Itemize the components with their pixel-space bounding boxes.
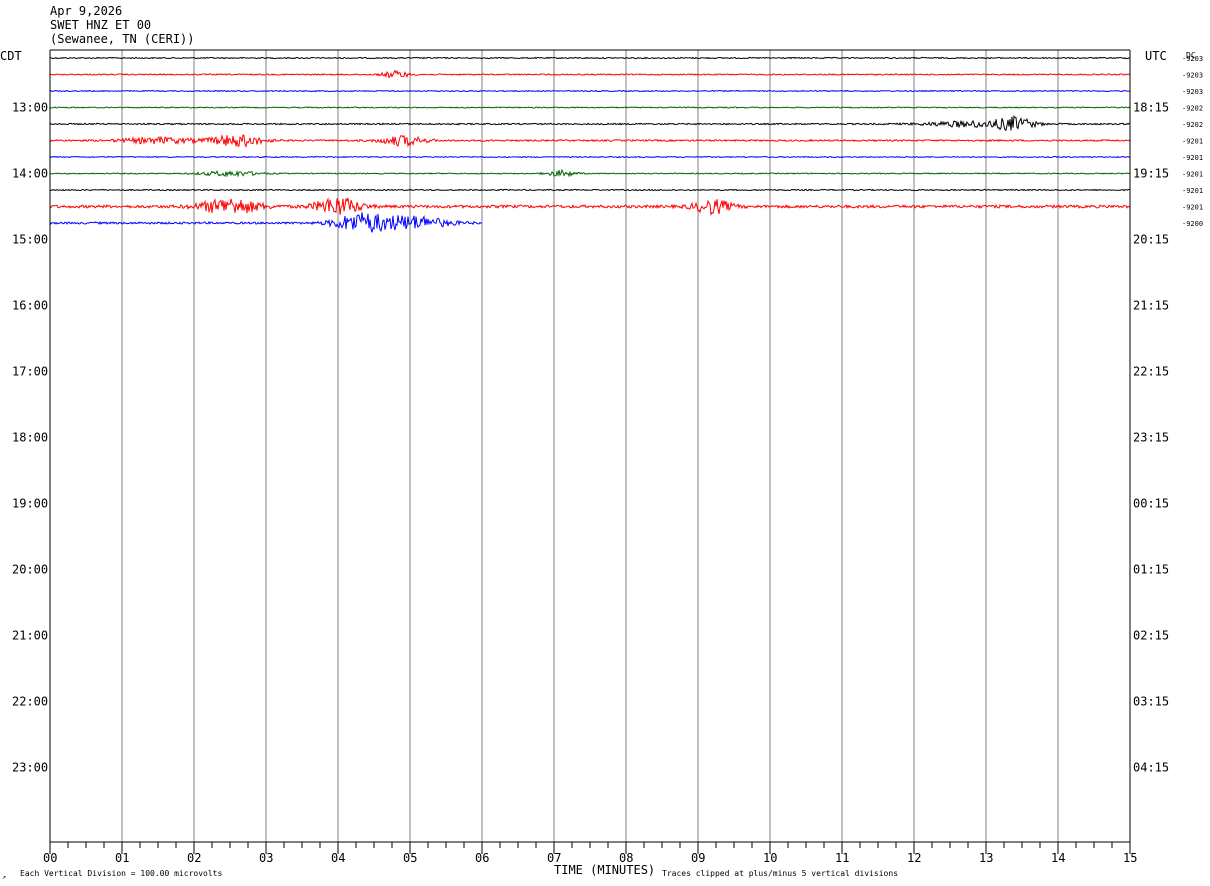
dc-offset-label: -9202 xyxy=(1182,105,1203,113)
utc-hour-label: 23:15 xyxy=(1133,431,1169,445)
x-tick-label: 09 xyxy=(691,851,705,865)
utc-hour-label: 04:15 xyxy=(1133,761,1169,775)
dc-offset-label: -9201 xyxy=(1182,154,1203,162)
dc-offset-label: -9203 xyxy=(1182,72,1203,80)
x-tick-label: 14 xyxy=(1051,851,1065,865)
seismic-trace xyxy=(49,115,1131,131)
grid-lines xyxy=(121,50,1059,842)
seismic-trace xyxy=(49,69,1131,79)
dc-offset-label: -9201 xyxy=(1182,187,1203,195)
utc-hour-label: 20:15 xyxy=(1133,233,1169,247)
utc-hour-label: 00:15 xyxy=(1133,497,1169,511)
cdt-hour-label: 15:00 xyxy=(12,233,48,247)
x-tick-label: 12 xyxy=(907,851,921,865)
cdt-hour-label: 19:00 xyxy=(12,497,48,511)
x-tick-label: 00 xyxy=(43,851,57,865)
seismic-trace xyxy=(49,197,1131,216)
seismogram-chart: CDT UTC DC TIME (MINUTES) Each Vertical … xyxy=(0,49,1203,881)
seismic-trace xyxy=(49,106,1131,109)
cdt-axis-label: CDT xyxy=(0,49,22,63)
utc-hour-label: 02:15 xyxy=(1133,629,1169,643)
vertical-division-note: Each Vertical Division = 100.00 microvol… xyxy=(20,869,222,878)
cdt-hour-label: 14:00 xyxy=(12,167,48,181)
dc-offset-label: -9201 xyxy=(1182,138,1203,146)
seismic-traces xyxy=(49,56,1131,233)
dc-offset-label: -9202 xyxy=(1182,121,1203,129)
seismic-trace xyxy=(49,133,1131,148)
cdt-hour-label: 13:00 xyxy=(12,101,48,115)
utc-hour-label: 18:15 xyxy=(1133,101,1169,115)
x-tick-label: 07 xyxy=(547,851,561,865)
utc-hour-label: 19:15 xyxy=(1133,167,1169,181)
seismic-trace xyxy=(49,188,1131,192)
utc-hour-label: 22:15 xyxy=(1133,365,1169,379)
seismic-trace xyxy=(49,155,1131,159)
dc-offset-label: -9201 xyxy=(1182,171,1203,179)
x-tick-label: 10 xyxy=(763,851,777,865)
cdt-hour-label: 18:00 xyxy=(12,431,48,445)
x-tick-label: 11 xyxy=(835,851,849,865)
seismic-trace xyxy=(49,168,1131,178)
seismic-trace xyxy=(49,56,1131,60)
cdt-hour-label: 17:00 xyxy=(12,365,48,379)
x-tick-label: 06 xyxy=(475,851,489,865)
x-tick-label: 02 xyxy=(187,851,201,865)
dc-offset-label: -9203 xyxy=(1182,88,1203,96)
x-tick-label: 04 xyxy=(331,851,345,865)
x-tick-label: 08 xyxy=(619,851,633,865)
dc-offset-label: -9201 xyxy=(1182,204,1203,212)
clipping-note: Traces clipped at plus/minus 5 vertical … xyxy=(662,869,898,878)
x-tick-label: 03 xyxy=(259,851,273,865)
dc-offset-label: -9203 xyxy=(1182,55,1203,63)
cdt-hour-label: 23:00 xyxy=(12,761,48,775)
x-axis-title: TIME (MINUTES) xyxy=(554,863,655,877)
cdt-hour-label: 20:00 xyxy=(12,563,48,577)
cdt-hour-label: 21:00 xyxy=(12,629,48,643)
utc-hour-label: 21:15 xyxy=(1133,299,1169,313)
x-tick-label: 13 xyxy=(979,851,993,865)
seismic-trace xyxy=(49,89,1131,93)
utc-hour-label: 01:15 xyxy=(1133,563,1169,577)
x-tick-label: 05 xyxy=(403,851,417,865)
corner-mark: ↗ xyxy=(2,873,6,881)
utc-axis-label: UTC xyxy=(1145,49,1167,63)
utc-hour-label: 03:15 xyxy=(1133,695,1169,709)
x-tick-label: 01 xyxy=(115,851,129,865)
cdt-hour-label: 16:00 xyxy=(12,299,48,313)
dc-offset-label: -9200 xyxy=(1182,220,1203,228)
x-tick-label: 15 xyxy=(1123,851,1137,865)
cdt-hour-label: 22:00 xyxy=(12,695,48,709)
